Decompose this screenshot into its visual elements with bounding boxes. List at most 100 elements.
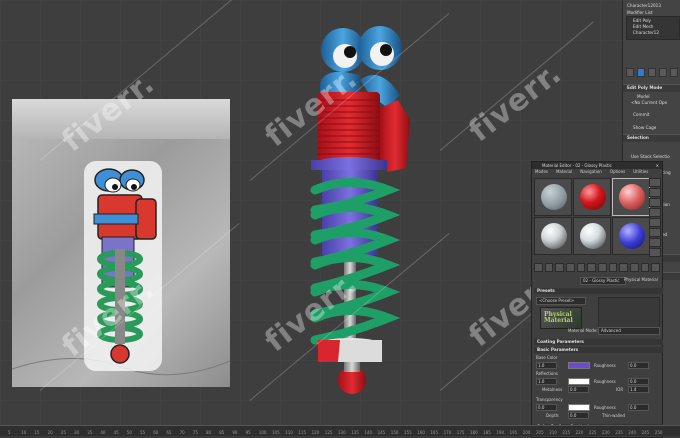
ruler-tick-label: 145 <box>377 430 386 435</box>
use-stack-checkbox[interactable]: Use Stack Selectio <box>631 154 670 159</box>
ruler-tick-label: 120 <box>311 430 320 435</box>
trans-color-swatch[interactable] <box>568 404 590 411</box>
show-end-icon[interactable] <box>630 262 639 272</box>
trans-roughness-field[interactable]: 0.0 <box>628 404 649 411</box>
show-map-icon[interactable] <box>619 262 629 272</box>
coating-header[interactable]: Coating Parameters <box>534 339 663 345</box>
ruler-tick-label: 220 <box>575 430 584 435</box>
ruler-tick-label: 55 <box>140 430 146 435</box>
put-to-scene-icon[interactable] <box>544 262 554 272</box>
background-icon[interactable] <box>649 198 661 207</box>
modifier-stack[interactable]: Edit Poly Edit Mesh Character12 <box>626 16 680 40</box>
trans-weight-field[interactable]: 0.0 <box>536 404 557 411</box>
depth-label: Depth: <box>546 413 560 418</box>
timeline-ruler[interactable]: 5 10 15 20 25 30 35 40 45 50 55 60 65 70 75 80 85 90 95 100… <box>0 425 680 436</box>
material-slot[interactable] <box>573 178 611 216</box>
preset-preview <box>598 297 660 329</box>
transparency-label: Transparency <box>536 397 563 402</box>
close-icon[interactable]: ✕ <box>656 162 659 169</box>
material-slot[interactable] <box>612 217 650 255</box>
stack-item[interactable]: Character12 <box>633 30 659 35</box>
material-mode-dropdown[interactable]: Advanced <box>598 327 660 335</box>
material-editor-title[interactable]: Material Editor - 02 - Glossy Plastic ✕ <box>532 162 662 169</box>
ruler-tick-label: 65 <box>166 430 172 435</box>
edit-poly-mode-header[interactable]: Edit Poly Mode <box>627 85 662 90</box>
reset-icon[interactable] <box>566 262 575 272</box>
material-sphere <box>580 184 606 210</box>
go-parent-icon[interactable] <box>640 262 650 272</box>
metalness-field[interactable]: 0.0 <box>568 386 589 393</box>
ruler-tick-label: 200 <box>522 430 531 435</box>
metalness-label: Metalness <box>542 387 563 392</box>
material-toolbar[interactable] <box>534 262 661 272</box>
sample-type-icon[interactable] <box>649 178 661 187</box>
ruler-tick-label: 245 <box>641 430 650 435</box>
object-name[interactable]: Character12013 <box>627 3 661 8</box>
3d-viewport[interactable]: fiverr. fiverr. fiverr. fiverr. fiverr. … <box>0 0 622 426</box>
backlight-icon[interactable] <box>649 188 661 197</box>
material-editor-window[interactable]: Material Editor - 02 - Glossy Plastic ✕ … <box>531 161 663 438</box>
get-material-icon[interactable] <box>534 262 543 272</box>
trans-roughness-label: Roughness <box>594 405 616 410</box>
unique-icon[interactable] <box>587 262 597 272</box>
commit-button[interactable]: Commit <box>633 112 649 117</box>
ruler-tick-label: 225 <box>588 430 597 435</box>
material-slot[interactable] <box>534 217 572 255</box>
refl-color-swatch[interactable] <box>568 378 590 385</box>
menu-modes[interactable]: Modes <box>535 169 548 175</box>
stack-toolbar[interactable] <box>626 68 678 77</box>
selection-header[interactable]: Selection <box>627 135 649 140</box>
preview-icon[interactable] <box>649 228 661 237</box>
go-sibling-icon[interactable] <box>651 262 661 272</box>
material-slot[interactable] <box>573 217 611 255</box>
ruler-tick-label: 190 <box>496 430 505 435</box>
menu-utilities[interactable]: Utilities <box>633 169 648 175</box>
ior-field[interactable]: 1.4 <box>628 386 649 393</box>
presets-header[interactable]: Presets <box>534 288 663 294</box>
material-type-button[interactable]: Physical Material <box>624 277 660 283</box>
depth-field[interactable]: 0.0 <box>568 412 589 419</box>
material-sphere <box>619 184 645 210</box>
base-color-swatch[interactable] <box>568 362 590 369</box>
thin-walled-checkbox[interactable]: Thin-walled <box>602 413 625 418</box>
ruler-tick-label: 240 <box>628 430 637 435</box>
preset-dropdown[interactable]: <Choose Preset> <box>536 297 586 305</box>
show-end-icon[interactable] <box>637 68 645 77</box>
pin-icon[interactable] <box>626 68 634 77</box>
stack-item[interactable]: Edit Mesh <box>633 24 653 29</box>
refl-roughness-field[interactable]: 0.0 <box>628 378 649 385</box>
ruler-tick-label: 20 <box>47 430 53 435</box>
base-weight-field[interactable]: 1.0 <box>536 362 557 369</box>
material-slots[interactable] <box>534 178 650 258</box>
material-name-field[interactable]: 02 - Glossy Plastic <box>580 277 626 285</box>
uv-tiling-icon[interactable] <box>649 208 661 217</box>
video-color-icon[interactable] <box>649 218 661 227</box>
model-radio[interactable]: Model <box>637 94 650 99</box>
material-slot[interactable] <box>612 178 650 216</box>
material-editor-menu[interactable]: Modes Material Navigation Options Utilit… <box>532 169 662 175</box>
unique-icon[interactable] <box>648 68 656 77</box>
put-library-icon[interactable] <box>598 262 607 272</box>
refl-weight-field[interactable]: 1.0 <box>536 378 557 385</box>
remove-modifier-icon[interactable] <box>659 68 667 77</box>
modifier-list-label[interactable]: Modifier List <box>627 10 653 15</box>
roughness-field[interactable]: 0.0 <box>628 362 649 369</box>
refl-roughness-label: Roughness <box>594 379 616 384</box>
logo-text: Physical Material <box>544 311 573 324</box>
slot-side-toolbar[interactable] <box>649 178 661 258</box>
stack-item[interactable]: Edit Poly <box>633 18 651 23</box>
options-icon[interactable] <box>649 238 661 247</box>
current-op: <No Current Ope <box>631 100 668 105</box>
ruler-tick-label: 165 <box>430 430 439 435</box>
select-by-material-icon[interactable] <box>649 248 661 257</box>
material-slot[interactable] <box>534 178 572 216</box>
menu-material[interactable]: Material <box>556 169 572 175</box>
show-cage-checkbox[interactable]: Show Cage <box>633 125 656 130</box>
configure-icon[interactable] <box>670 68 678 77</box>
copy-icon[interactable] <box>576 262 586 272</box>
assign-icon[interactable] <box>555 262 565 272</box>
material-id-icon[interactable] <box>608 262 618 272</box>
menu-options[interactable]: Options <box>610 169 625 175</box>
basic-parameters-header[interactable]: Basic Parameters <box>534 347 663 353</box>
menu-navigation[interactable]: Navigation <box>580 169 602 175</box>
